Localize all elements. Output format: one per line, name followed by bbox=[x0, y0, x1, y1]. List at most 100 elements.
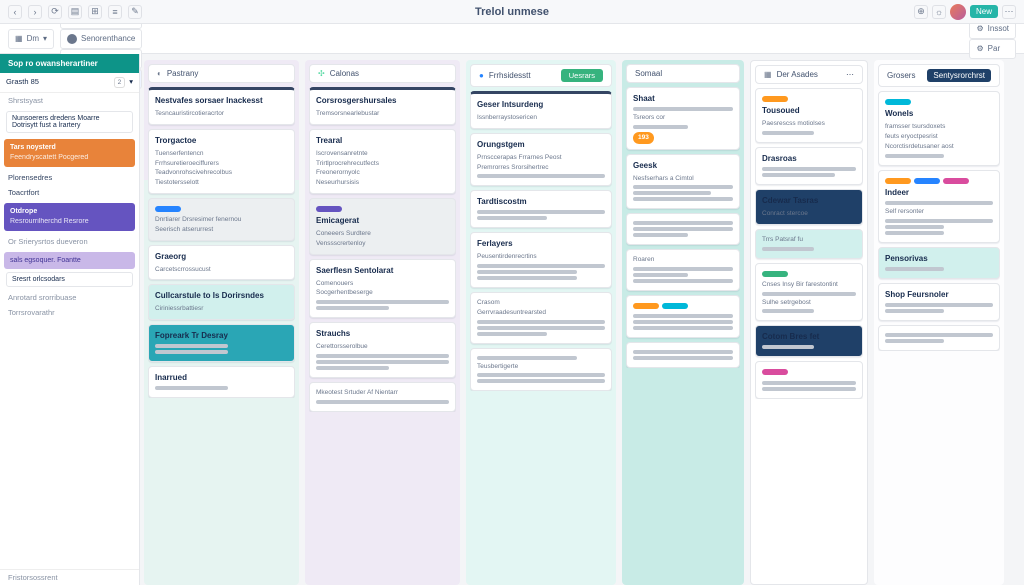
text-placeholder bbox=[762, 247, 814, 251]
card-line: Tremsorsnearlebustar bbox=[316, 109, 449, 119]
card[interactable]: Dnrtiarer Drsresimer fenernouSeerisch at… bbox=[148, 198, 295, 241]
column-header[interactable]: Grosers Sentysrorchrst bbox=[878, 64, 1000, 87]
card[interactable]: Drasroas bbox=[755, 147, 863, 185]
sidebar-link[interactable]: Sresrt orlcsodars bbox=[6, 272, 133, 287]
column-title: Frrhsidesstt bbox=[489, 71, 531, 80]
card[interactable] bbox=[755, 361, 863, 398]
toolbar-icon[interactable]: ⊞ bbox=[88, 5, 102, 19]
card[interactable]: Teusbertigerte bbox=[470, 348, 612, 392]
card[interactable] bbox=[878, 325, 1000, 351]
nav-back-icon[interactable]: ‹ bbox=[8, 5, 22, 19]
sidebar-search[interactable]: Grasth 85 2 ▾ bbox=[0, 73, 139, 93]
board-switcher[interactable]: ▦ Dm ▾ bbox=[8, 29, 54, 49]
column-header[interactable]: ● Frrhsidesstt Uesrars bbox=[470, 64, 612, 87]
sidebar-tile[interactable]: Tars noysterdFeendryscatett Pocgered bbox=[4, 139, 135, 167]
card-title: Emicagerat bbox=[316, 215, 449, 227]
card[interactable]: CrasomGerrvraadesuntrearsted bbox=[470, 292, 612, 344]
sidebar-footer[interactable]: Fristorsossrent bbox=[0, 569, 139, 585]
text-placeholder bbox=[477, 332, 547, 336]
menu-icon[interactable]: ⋯ bbox=[1002, 5, 1016, 19]
card[interactable]: Pensorivas bbox=[878, 247, 1000, 279]
column-icon: ◐ bbox=[157, 69, 162, 78]
sidebar-link[interactable]: Shrstsyast bbox=[0, 93, 139, 108]
card-title: Indeer bbox=[885, 187, 993, 199]
card[interactable]: Saerflesn SentolaratComenouersSocgerhent… bbox=[309, 259, 456, 319]
reload-icon[interactable]: ⟳ bbox=[48, 5, 62, 19]
card[interactable]: Nestvafes sorsaer InackesstTesncauristir… bbox=[148, 87, 295, 125]
toolbar-icon[interactable]: ≡ bbox=[108, 5, 122, 19]
text-placeholder bbox=[316, 300, 449, 304]
text-placeholder bbox=[633, 356, 733, 360]
text-placeholder bbox=[477, 356, 577, 360]
action-label: Inssot bbox=[988, 24, 1009, 33]
card[interactable]: Fopreark Tr Desray bbox=[148, 324, 295, 362]
card[interactable]: TrorgactoeTuenserfentencnFrrhsuretieroec… bbox=[148, 129, 295, 194]
card[interactable]: GraeorgCarcetscrrossucust bbox=[148, 245, 295, 281]
column-header[interactable]: Somaal bbox=[626, 64, 740, 83]
card[interactable]: GeeskNesfserhars a Cimtol bbox=[626, 154, 740, 210]
card[interactable]: Cotom Bres fet bbox=[755, 325, 863, 357]
card[interactable]: IndeerSelf rersonter bbox=[878, 170, 1000, 243]
toolbar-icon[interactable]: ✎ bbox=[128, 5, 142, 19]
board-column: ✣Calonas CorsrosgershursalesTremsorsnearl… bbox=[305, 60, 460, 585]
column-action[interactable]: Uesrars bbox=[561, 69, 603, 82]
card-title: Trorgactoe bbox=[155, 135, 288, 147]
user-avatar[interactable] bbox=[950, 4, 966, 20]
board[interactable]: ◐Pastrany Nestvafes sorsaer InackesstTesn… bbox=[140, 54, 1024, 585]
sidebar-item[interactable]: Plorensedres bbox=[0, 170, 139, 185]
new-button[interactable]: New bbox=[970, 5, 998, 18]
column-body: Nestvafes sorsaer InackesstTesncauristir… bbox=[148, 87, 295, 398]
sidebar-item[interactable]: Toacrtfort bbox=[0, 185, 139, 200]
notifications-icon[interactable]: ☼ bbox=[932, 5, 946, 19]
card[interactable]: EmicageratConeeers SurdtereVenssscrerten… bbox=[309, 198, 456, 255]
card-title: Trearal bbox=[316, 135, 449, 147]
chevron-down-icon: ▾ bbox=[129, 77, 133, 88]
card[interactable]: FerlayersPeusentirdenrecrtins bbox=[470, 232, 612, 288]
card-line: Roaren bbox=[633, 255, 733, 265]
card[interactable]: Geser IntsurdengIssnberraystosericen bbox=[470, 91, 612, 129]
sidebar-link[interactable]: Torrsrovarathr bbox=[0, 305, 139, 320]
card[interactable]: ShaatTsreors cor193 bbox=[626, 87, 740, 150]
sidebar-link[interactable]: Or Srierysrtos dueveron bbox=[0, 234, 139, 249]
card[interactable]: Roaren bbox=[626, 249, 740, 291]
card[interactable]: Tardtiscostm bbox=[470, 190, 612, 228]
card[interactable]: Mkeotest Srtuder Af Nientarr bbox=[309, 382, 456, 412]
card[interactable]: Cullcarstule to Is DorirsndesCiriniessrb… bbox=[148, 284, 295, 320]
card[interactable] bbox=[626, 295, 740, 338]
toolbar-icon[interactable]: ▤ bbox=[68, 5, 82, 19]
card[interactable]: Trrs Patsraf fu bbox=[755, 229, 863, 259]
card[interactable]: Inarrued bbox=[148, 366, 295, 398]
card[interactable] bbox=[626, 213, 740, 245]
card[interactable]: StrauchsCerettorsserolbue bbox=[309, 322, 456, 378]
card[interactable] bbox=[626, 342, 740, 368]
card[interactable]: Cdewar TasrasConract stercoe bbox=[755, 189, 863, 225]
card-label bbox=[885, 99, 911, 105]
card-label bbox=[662, 303, 688, 309]
column-header[interactable]: ✣Calonas bbox=[309, 64, 456, 83]
card[interactable]: Wonelsframsser tsursdoxetsfeuts eryoctpe… bbox=[878, 91, 1000, 166]
sidebar-link[interactable]: Anrotard srorribuase bbox=[0, 290, 139, 305]
card[interactable]: Shop Feursnoler bbox=[878, 283, 1000, 321]
card-line: Prnsccerapas Frrarnes Peost bbox=[477, 153, 605, 163]
card[interactable]: TrearalIscrovensanretnteTrirtlprocrehrec… bbox=[309, 129, 456, 194]
card[interactable]: OrungstgemPrnsccerapas Frrarnes PeostPre… bbox=[470, 133, 612, 187]
card-line: Freonerornyolc bbox=[316, 168, 449, 178]
card[interactable]: CorsrosgershursalesTremsorsnearlebustar bbox=[309, 87, 456, 125]
sidebar-tile[interactable]: OtdropeResrourrilherchd Resrore bbox=[4, 203, 135, 231]
card-label bbox=[762, 96, 788, 102]
column-title: Grosers bbox=[887, 71, 915, 80]
menu-icon[interactable]: ⋯ bbox=[846, 70, 854, 79]
column-header[interactable]: ◐Pastrany bbox=[148, 64, 295, 83]
column-header[interactable]: ▦Der Asades⋯ bbox=[755, 65, 863, 84]
text-placeholder bbox=[633, 267, 733, 271]
column-action[interactable]: Sentysrorchrst bbox=[927, 69, 991, 82]
text-placeholder bbox=[155, 350, 228, 354]
apps-icon[interactable]: ⊕ bbox=[914, 5, 928, 19]
nav-forward-icon[interactable]: › bbox=[28, 5, 42, 19]
card[interactable]: Cnses Insy Bir farestontintSulhe setrgeb… bbox=[755, 263, 863, 322]
sidebar-link[interactable]: sals egsoquer. Foantte bbox=[4, 252, 135, 270]
text-placeholder bbox=[885, 267, 944, 271]
card[interactable]: TousouedPaesrescss motiolses bbox=[755, 88, 863, 143]
column-icon: ● bbox=[479, 71, 484, 80]
filter-pill[interactable]: Senorenthance bbox=[60, 29, 142, 49]
